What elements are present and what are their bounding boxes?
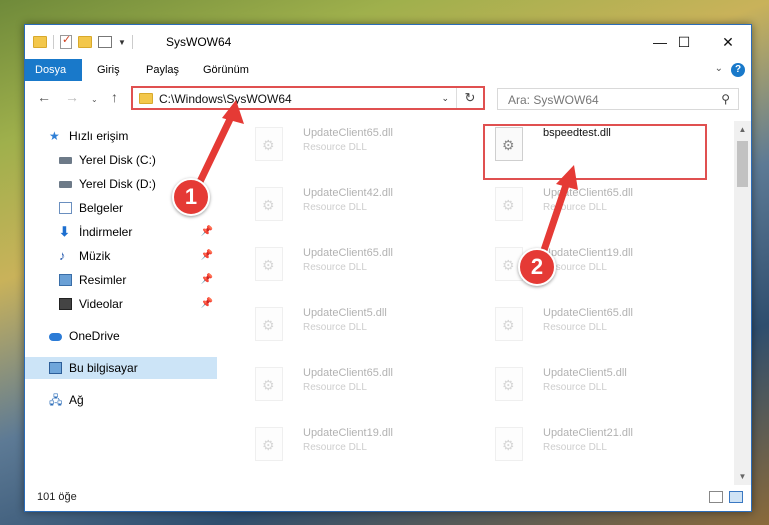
arrow-to-file bbox=[536, 165, 578, 266]
step-marker-1: 1 bbox=[172, 178, 210, 216]
step-marker-2: 2 bbox=[518, 248, 556, 286]
arrow-to-address-bar bbox=[192, 100, 244, 194]
annotation-arrows bbox=[192, 100, 578, 266]
